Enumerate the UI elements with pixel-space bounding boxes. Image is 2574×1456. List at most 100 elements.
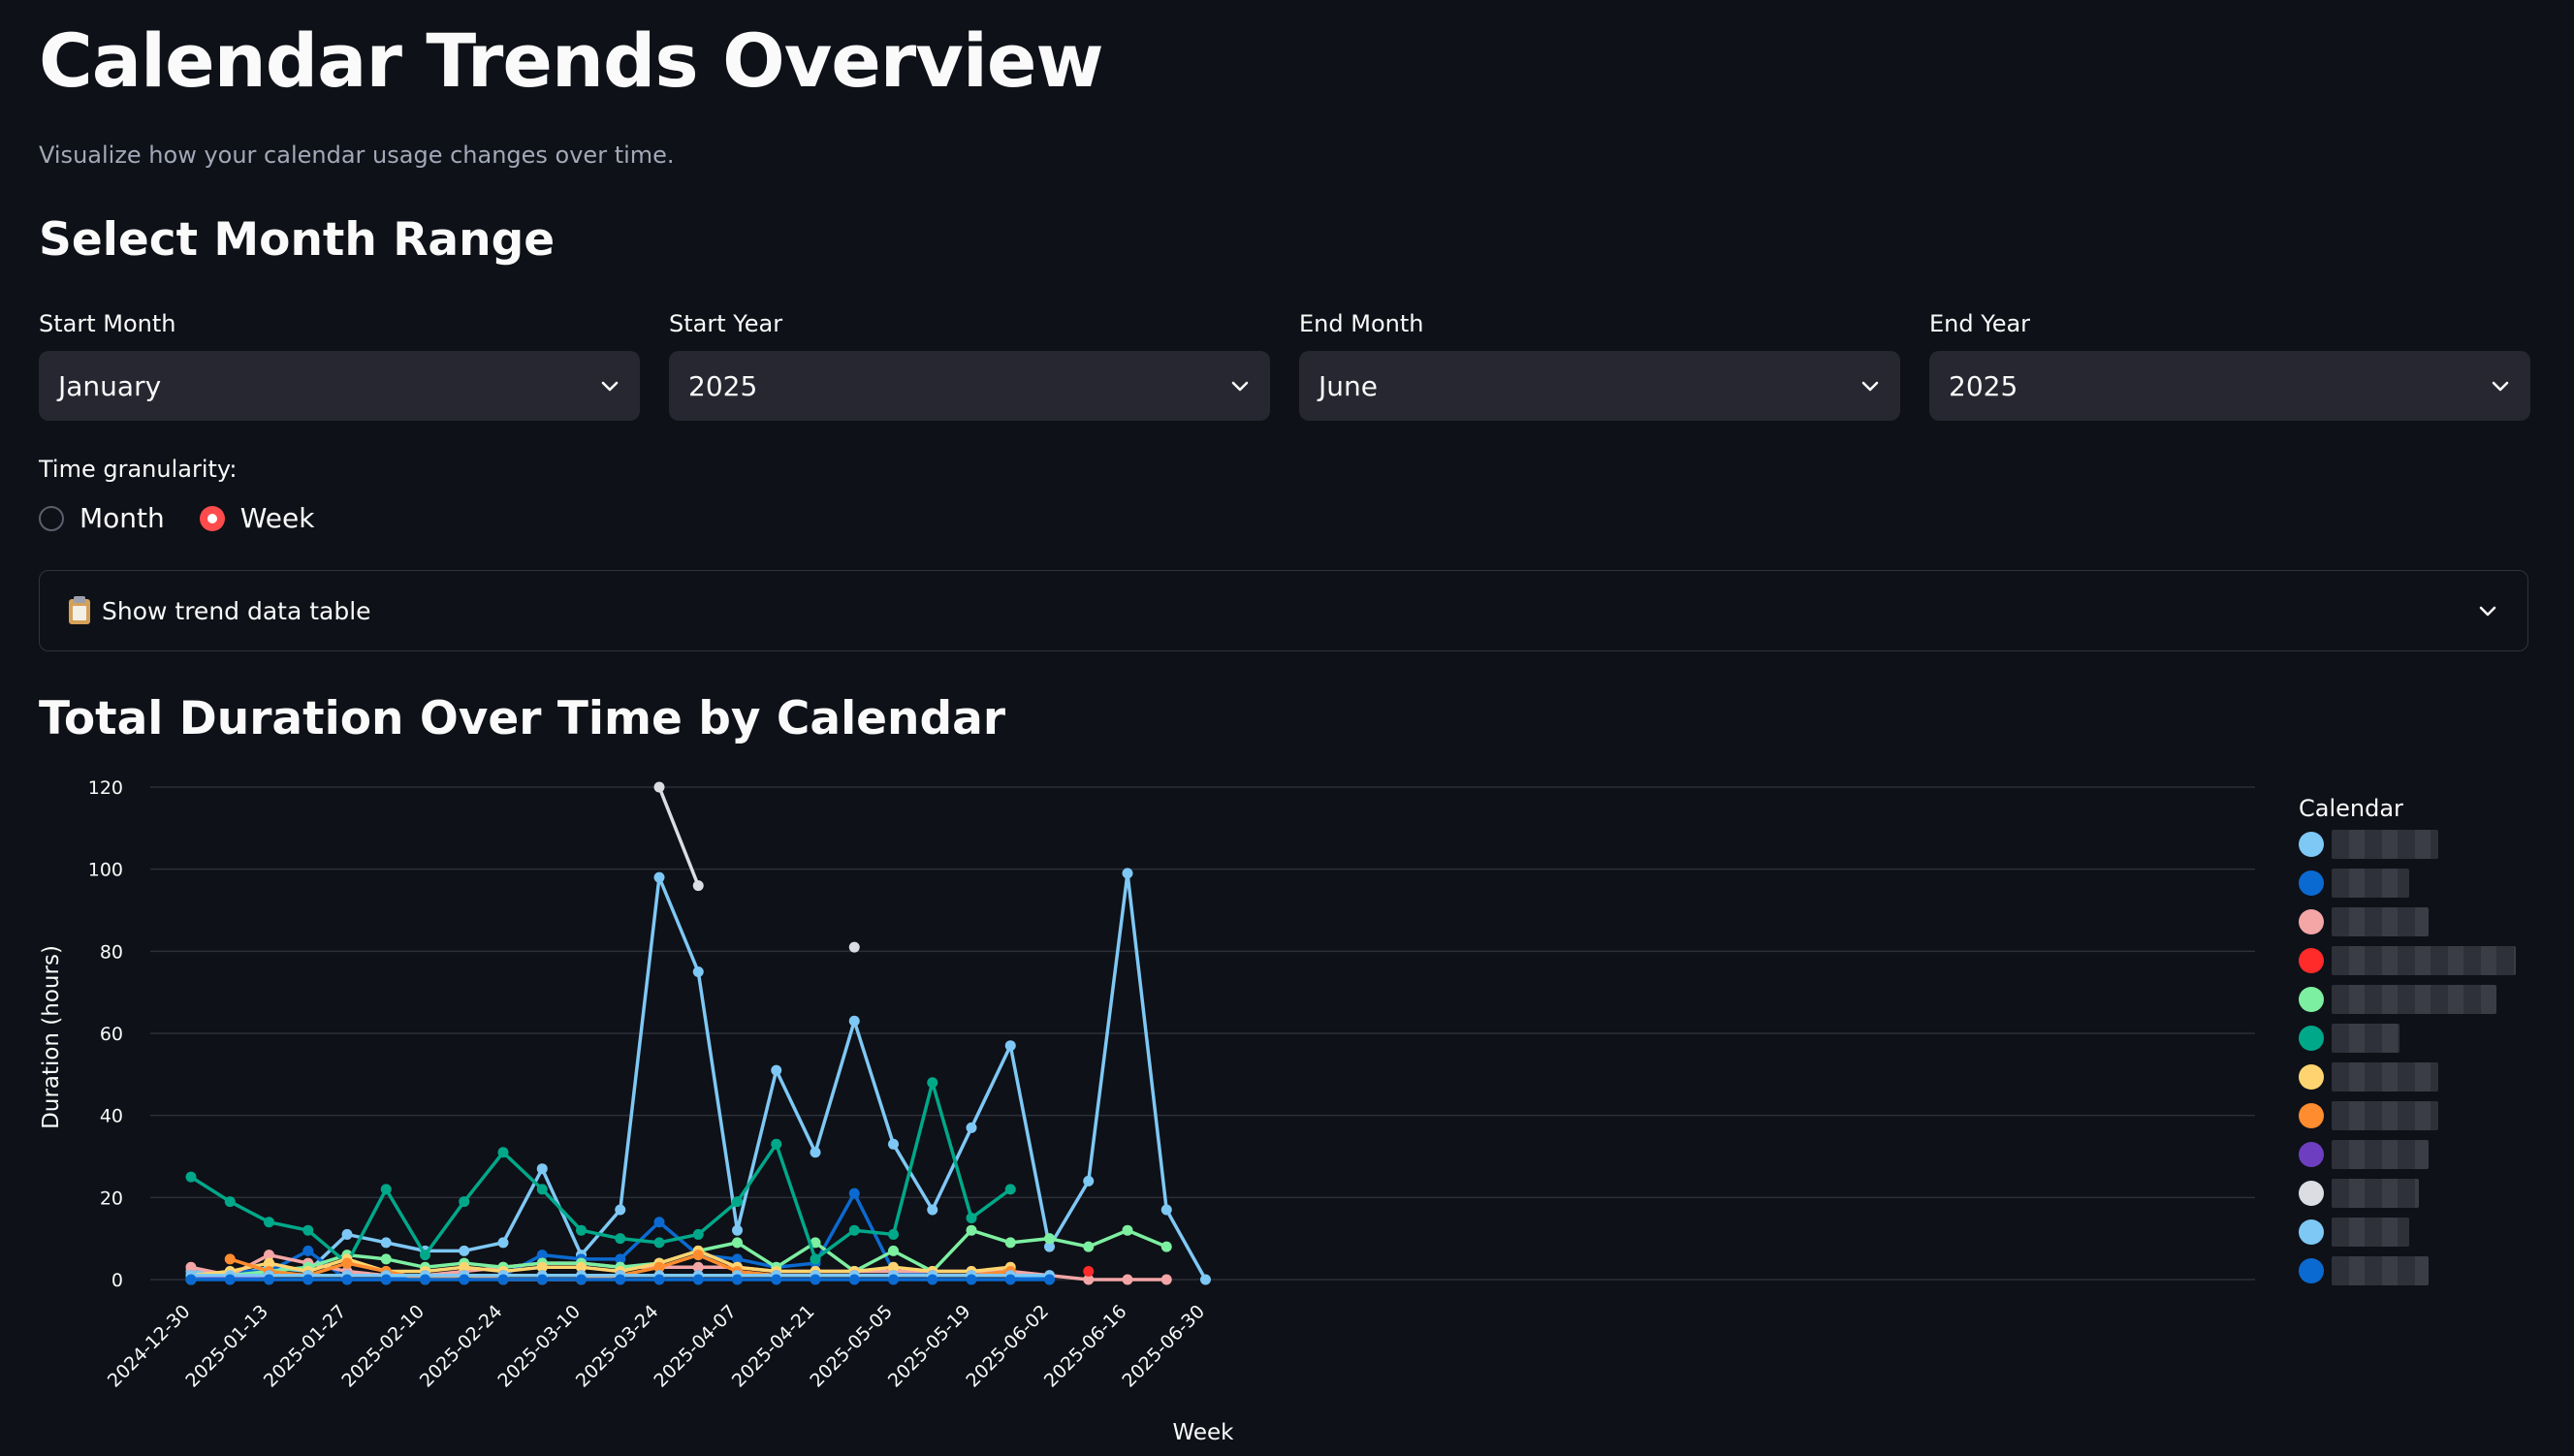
data-point[interactable] [459, 1274, 470, 1285]
start-month-select[interactable]: January [39, 351, 640, 421]
data-point[interactable] [888, 1138, 899, 1150]
data-point[interactable] [1200, 1274, 1211, 1285]
data-point[interactable] [966, 1224, 977, 1236]
data-point[interactable] [380, 1184, 392, 1195]
legend-item[interactable] [2299, 946, 2516, 975]
data-point[interactable] [732, 1196, 743, 1208]
data-point[interactable] [888, 1228, 899, 1240]
data-point[interactable] [653, 871, 665, 883]
data-point[interactable] [224, 1196, 236, 1208]
data-point[interactable] [497, 1274, 509, 1285]
data-point[interactable] [653, 1217, 665, 1228]
series-line-9[interactable] [653, 781, 860, 953]
data-point[interactable] [224, 1253, 236, 1265]
data-point[interactable] [771, 1274, 782, 1285]
legend-item[interactable] [2299, 830, 2438, 859]
data-point[interactable] [615, 1233, 626, 1245]
data-point[interactable] [341, 1274, 353, 1285]
data-point[interactable] [1083, 1241, 1095, 1252]
data-point[interactable] [810, 1253, 821, 1265]
data-point[interactable] [302, 1245, 314, 1256]
data-point[interactable] [1004, 1274, 1016, 1285]
data-point[interactable] [459, 1196, 470, 1208]
data-point[interactable] [1004, 1040, 1016, 1052]
data-point[interactable] [380, 1274, 392, 1285]
data-point[interactable] [692, 1228, 704, 1240]
data-point[interactable] [420, 1250, 430, 1261]
data-point[interactable] [576, 1224, 587, 1236]
data-point[interactable] [1122, 1224, 1133, 1236]
data-point[interactable] [536, 1163, 548, 1175]
series-line-3[interactable] [1083, 1266, 1095, 1278]
data-point[interactable] [653, 1274, 665, 1285]
data-point[interactable] [888, 1245, 899, 1256]
data-point[interactable] [1160, 1274, 1172, 1285]
legend-item[interactable] [2299, 1179, 2419, 1208]
trend-table-expander[interactable]: Show trend data table [39, 570, 2528, 651]
data-point[interactable] [264, 1274, 274, 1285]
data-point[interactable] [1160, 1204, 1172, 1216]
radio-month[interactable]: Month [39, 502, 165, 534]
data-point[interactable] [653, 781, 665, 793]
data-point[interactable] [1083, 1266, 1095, 1278]
series-line-5[interactable] [185, 1077, 1016, 1269]
series-line-0[interactable] [185, 868, 1212, 1285]
legend-item[interactable] [2299, 1024, 2399, 1053]
chevron-down-icon[interactable] [2477, 600, 2498, 621]
radio-button-month[interactable] [39, 505, 64, 531]
data-point[interactable] [224, 1274, 236, 1285]
data-point[interactable] [536, 1184, 548, 1195]
legend-item[interactable] [2299, 907, 2429, 936]
end-month-select[interactable]: June [1299, 351, 1900, 421]
data-point[interactable] [536, 1274, 548, 1285]
legend-item[interactable] [2299, 1062, 2438, 1092]
data-point[interactable] [771, 1064, 782, 1076]
data-point[interactable] [966, 1122, 977, 1133]
legend-item[interactable] [2299, 1256, 2429, 1285]
data-point[interactable] [615, 1204, 626, 1216]
data-point[interactable] [927, 1204, 938, 1216]
data-point[interactable] [1122, 868, 1133, 879]
data-point[interactable] [1122, 1274, 1133, 1285]
data-point[interactable] [732, 1224, 743, 1236]
data-point[interactable] [732, 1274, 743, 1285]
data-point[interactable] [848, 1015, 860, 1027]
data-point[interactable] [341, 1257, 353, 1269]
data-point[interactable] [302, 1274, 314, 1285]
radio-button-week[interactable] [199, 505, 225, 531]
legend-item[interactable] [2299, 869, 2409, 898]
data-point[interactable] [497, 1237, 509, 1249]
data-point[interactable] [1044, 1274, 1055, 1285]
data-point[interactable] [302, 1224, 314, 1236]
radio-week[interactable]: Week [199, 502, 314, 534]
data-point[interactable] [848, 1274, 860, 1285]
data-point[interactable] [732, 1237, 743, 1249]
data-point[interactable] [380, 1253, 392, 1265]
data-point[interactable] [771, 1138, 782, 1150]
data-point[interactable] [185, 1274, 197, 1285]
legend-item[interactable] [2299, 985, 2496, 1014]
data-point[interactable] [692, 880, 704, 892]
legend-item[interactable] [2299, 1218, 2409, 1247]
data-point[interactable] [615, 1274, 626, 1285]
start-year-select[interactable]: 2025 [669, 351, 1270, 421]
data-point[interactable] [927, 1077, 938, 1089]
data-point[interactable] [1004, 1237, 1016, 1249]
data-point[interactable] [927, 1274, 938, 1285]
legend-item[interactable] [2299, 1101, 2438, 1130]
data-point[interactable] [380, 1237, 392, 1249]
data-point[interactable] [966, 1274, 977, 1285]
data-point[interactable] [810, 1274, 821, 1285]
data-point[interactable] [653, 1237, 665, 1249]
data-point[interactable] [1044, 1233, 1055, 1245]
data-point[interactable] [692, 966, 704, 977]
data-point[interactable] [1160, 1241, 1172, 1252]
legend-item[interactable] [2299, 1140, 2429, 1169]
data-point[interactable] [848, 941, 860, 953]
end-year-select[interactable]: 2025 [1929, 351, 2530, 421]
data-point[interactable] [185, 1171, 197, 1183]
data-point[interactable] [1083, 1175, 1095, 1187]
data-point[interactable] [692, 1274, 704, 1285]
data-point[interactable] [848, 1187, 860, 1199]
data-point[interactable] [497, 1147, 509, 1158]
